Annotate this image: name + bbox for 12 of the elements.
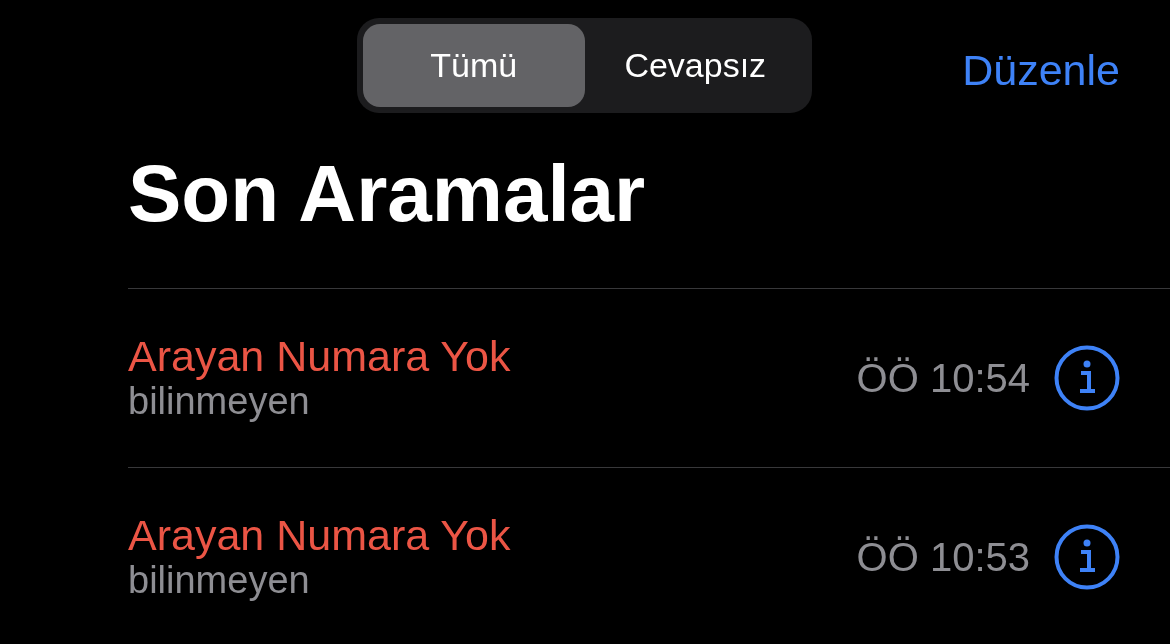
segment-tab[interactable]: Cevapsız bbox=[584, 24, 806, 107]
caller-name: Arayan Numara Yok bbox=[128, 332, 512, 380]
page-title: Son Aramalar bbox=[128, 150, 647, 240]
call-type: bilinmeyen bbox=[128, 379, 311, 424]
info-icon[interactable] bbox=[1054, 524, 1120, 590]
info-icon[interactable] bbox=[1054, 345, 1120, 411]
caller-name: Arayan Numara Yok bbox=[128, 511, 512, 559]
call-time: ÖÖ 10:54 bbox=[856, 355, 1030, 402]
call-time: ÖÖ 10:53 bbox=[856, 534, 1030, 581]
edit-button[interactable]: Düzenle bbox=[962, 38, 1120, 103]
segment-tab[interactable]: Tümü bbox=[363, 24, 585, 107]
call-type: bilinmeyen bbox=[128, 558, 311, 603]
